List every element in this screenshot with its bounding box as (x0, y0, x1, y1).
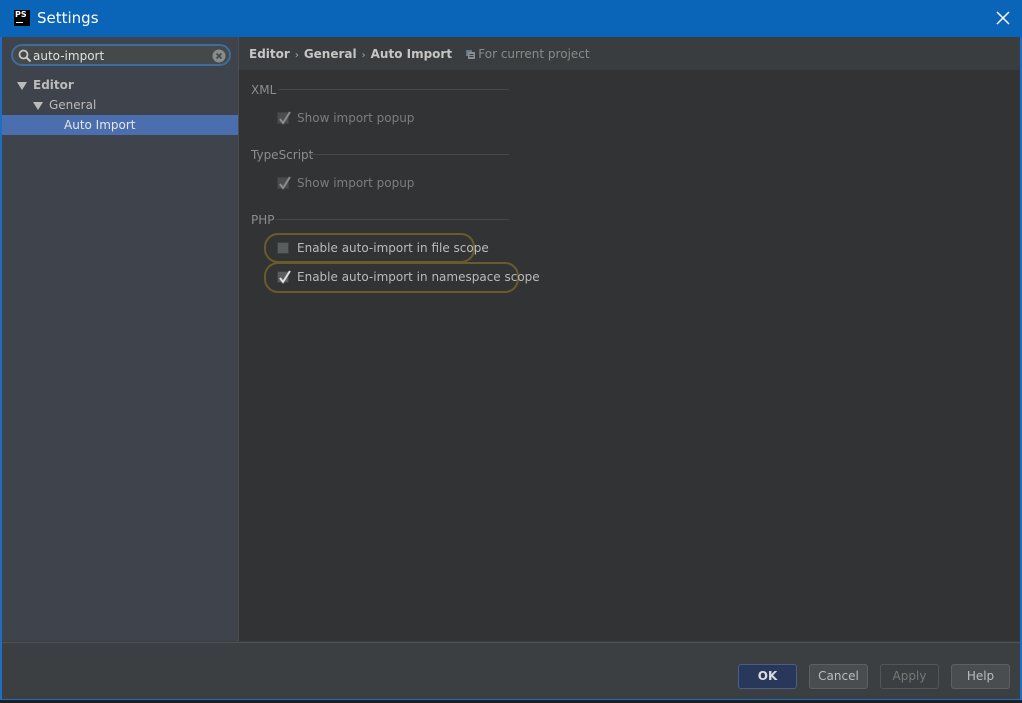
checkmark-icon (279, 111, 291, 125)
dialog-footer: OK Cancel Apply Help (2, 642, 1020, 699)
search-icon (18, 49, 32, 63)
section-divider (276, 219, 509, 220)
expand-arrow-icon[interactable] (17, 81, 27, 90)
search-input[interactable] (33, 48, 213, 64)
title-bar: PS Settings (0, 0, 1022, 37)
checkbox[interactable] (277, 242, 289, 254)
window-title: Settings (37, 9, 99, 27)
tree-item-general[interactable]: General (2, 95, 238, 115)
settings-content: Editor › General › Auto Import For current p… (239, 37, 1020, 641)
checkbox[interactable] (277, 270, 291, 284)
settings-sidebar: Editor General Auto Import (2, 37, 239, 641)
breadcrumb: Editor › General › Auto Import For current p… (239, 37, 1020, 70)
section-divider (278, 89, 509, 90)
apply-button[interactable]: Apply (880, 664, 939, 689)
clear-search-icon[interactable] (212, 49, 226, 63)
close-button[interactable] (994, 9, 1012, 27)
breadcrumb-general: General (303, 47, 357, 61)
ok-button[interactable]: OK (738, 664, 797, 689)
tree-item-auto-import[interactable]: Auto Import (2, 115, 238, 135)
cancel-button[interactable]: Cancel (809, 664, 868, 689)
close-icon (996, 11, 1010, 25)
settings-search[interactable] (11, 44, 231, 66)
breadcrumb-auto-import: Auto Import (370, 47, 453, 61)
section-title-php: PHP (251, 213, 275, 227)
help-button[interactable]: Help (951, 664, 1010, 689)
section-divider (309, 154, 509, 155)
phpstorm-app-icon: PS (14, 10, 30, 26)
checkmark-icon (279, 176, 291, 190)
section-title-typescript: TypeScript (251, 148, 314, 162)
project-scope-indicator: For current project (466, 47, 590, 61)
settings-window: PS Settings Editor General Auto Import E… (0, 0, 1022, 700)
project-scope-icon (466, 50, 476, 59)
checkmark-icon (279, 270, 291, 284)
checkbox[interactable] (277, 176, 291, 190)
tree-item-editor[interactable]: Editor (2, 75, 238, 95)
section-title-xml: XML (251, 83, 277, 97)
expand-arrow-icon[interactable] (33, 101, 43, 110)
checkbox[interactable] (277, 111, 291, 125)
breadcrumb-editor: Editor (249, 47, 290, 61)
